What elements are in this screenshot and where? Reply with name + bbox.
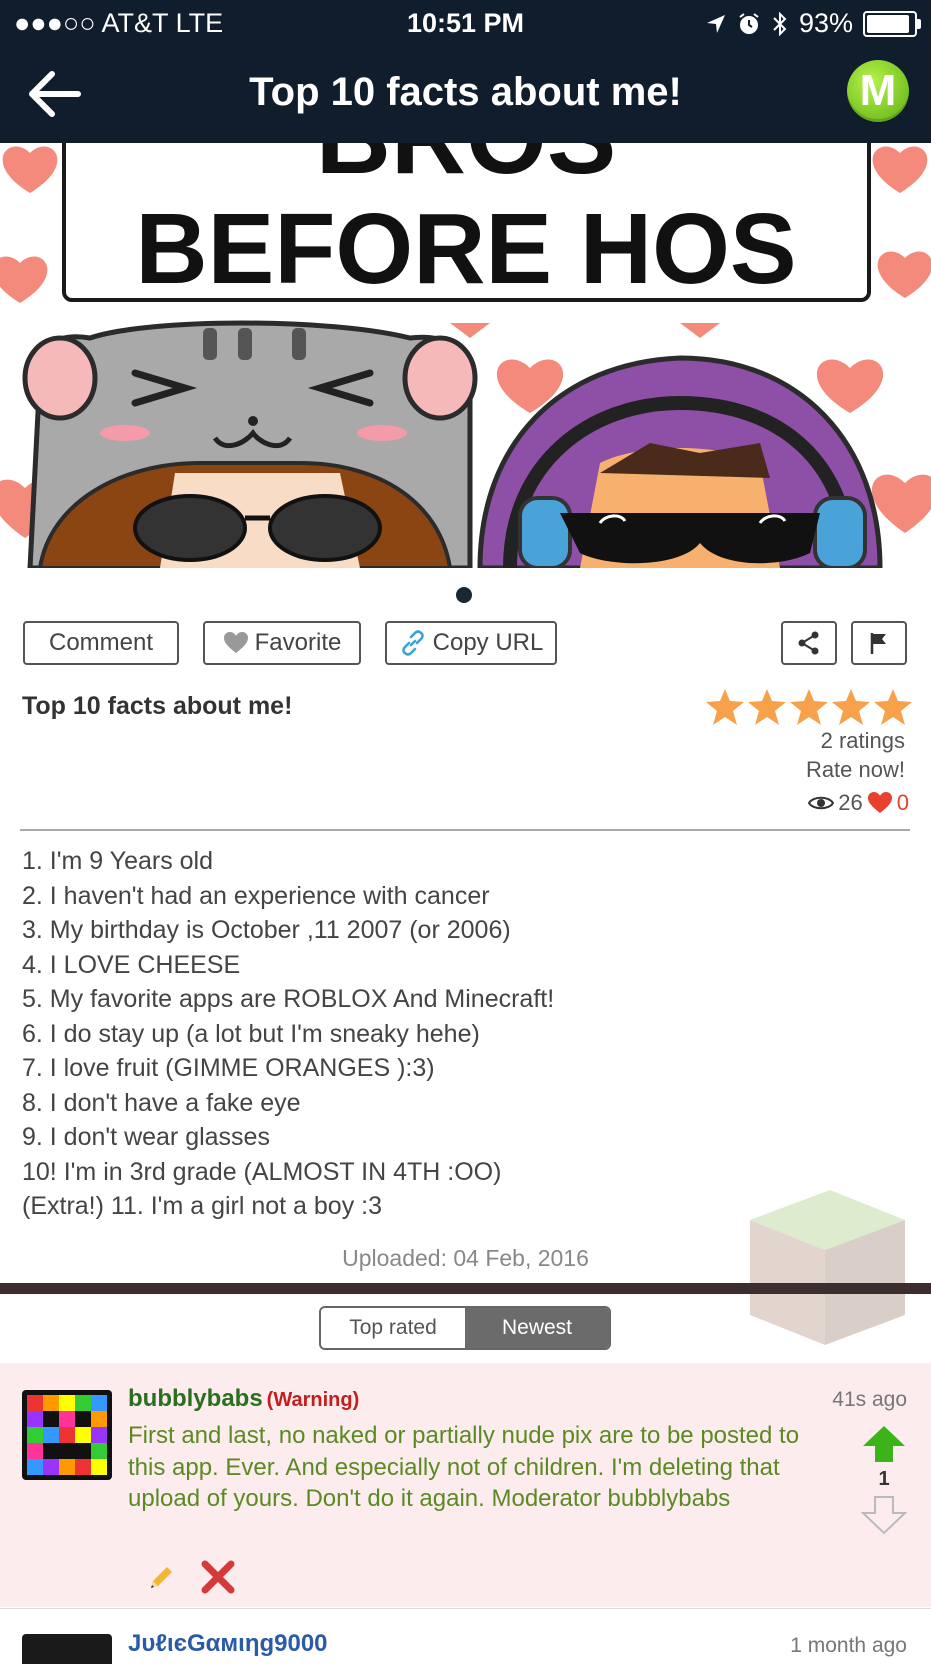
description-line: 2. I haven't had an experience with canc… xyxy=(22,881,490,910)
report-button[interactable] xyxy=(851,621,907,665)
upload-date: Uploaded: 04 Feb, 2016 xyxy=(342,1245,589,1271)
favorite-button-label: Favorite xyxy=(254,629,342,656)
banner-text-main: BEFORE HOS xyxy=(135,193,796,305)
description-line: (Extra!) 11. I'm a girl not a boy :3 xyxy=(22,1192,383,1220)
comment-timestamp: 41s ago xyxy=(832,1388,907,1411)
carousel-dot[interactable] xyxy=(456,587,472,603)
comment-divider xyxy=(0,1608,931,1609)
comment-username[interactable]: JυℓιєGαмιηg9000 xyxy=(128,1630,328,1658)
link-icon xyxy=(401,630,424,656)
favorite-button[interactable]: Favorite xyxy=(203,621,361,665)
page-title: Top 10 facts about me! xyxy=(249,70,682,114)
comment-username-text[interactable]: bubblybabs xyxy=(128,1385,263,1412)
bluetooth-icon xyxy=(773,11,787,36)
description-line: 7. I love fruit (GIMME ORANGES ):3) xyxy=(22,1054,435,1082)
star-icon[interactable] xyxy=(873,688,913,726)
warning-tag: (Warning) xyxy=(266,1389,360,1411)
like-heart-icon[interactable] xyxy=(867,791,893,815)
delete-x-icon[interactable] xyxy=(200,1559,236,1595)
description-line: 9. I don't wear glasses xyxy=(22,1123,270,1151)
description-line: 6. I do stay up (a lot but I'm sneaky he… xyxy=(22,1019,480,1048)
description-line: 10! I'm in 3rd grade (ALMOST IN 4TH :OO) xyxy=(22,1157,502,1186)
status-right: 93% xyxy=(705,8,921,39)
comment-sort-toggle: Top rated Newest xyxy=(319,1306,611,1350)
comment-button-label: Comment xyxy=(48,629,154,656)
share-icon xyxy=(798,631,819,655)
view-like-counts: 26 0 xyxy=(808,790,909,816)
alarm-icon xyxy=(739,12,759,34)
sort-newest-tab[interactable]: Newest xyxy=(465,1308,609,1348)
rating-stars[interactable] xyxy=(705,688,913,726)
star-icon[interactable] xyxy=(789,688,829,726)
description-line: 5. My favorite apps are ROBLOX And Minec… xyxy=(22,985,555,1013)
avatar[interactable] xyxy=(22,1634,112,1664)
pencil-edit-icon[interactable] xyxy=(145,1562,177,1594)
like-count: 0 xyxy=(896,790,909,815)
star-icon[interactable] xyxy=(831,688,871,726)
star-icon[interactable] xyxy=(747,688,787,726)
description-line: 3. My birthday is October ,11 2007 (or 2… xyxy=(22,916,511,944)
post-title: Top 10 facts about me! xyxy=(22,692,293,720)
comment-button[interactable]: Comment xyxy=(23,621,179,665)
ratings-count: 2 ratings xyxy=(820,728,905,753)
post-illustration: BROS BEFORE HOS xyxy=(0,143,931,568)
description-line: 1. I'm 9 Years old xyxy=(22,847,214,875)
description-line: 8. I don't have a fake eye xyxy=(22,1088,301,1117)
battery-percent: 93% xyxy=(798,8,853,38)
location-icon xyxy=(706,14,725,33)
divider xyxy=(20,829,910,831)
post-image[interactable]: BROS BEFORE HOS xyxy=(0,143,931,568)
comment-text: First and last, no naked or partially nu… xyxy=(128,1422,800,1512)
status-bar: ●●●○○ AT&T LTE 10:51 PM 93% xyxy=(0,0,931,46)
banner-text-top: BROS xyxy=(316,143,616,196)
vote-count: 1 xyxy=(878,1468,890,1490)
comment-username[interactable]: bubblybabs (Warning) xyxy=(128,1385,359,1413)
avatar[interactable] xyxy=(22,1390,112,1480)
eye-icon xyxy=(808,796,835,810)
copy-url-button-label: Copy URL xyxy=(432,629,544,656)
sort-top-rated-tab[interactable]: Top rated xyxy=(321,1308,465,1348)
post-description: 1. I'm 9 Years old 2. I haven't had an e… xyxy=(22,844,554,1224)
upvote-arrow-icon[interactable] xyxy=(861,1424,907,1464)
section-separator xyxy=(0,1283,931,1294)
share-button[interactable] xyxy=(781,621,837,665)
view-count: 26 xyxy=(838,790,863,815)
heart-icon xyxy=(223,632,248,653)
copy-url-button[interactable]: Copy URL xyxy=(385,621,557,665)
downvote-arrow-icon[interactable] xyxy=(861,1495,907,1535)
star-icon[interactable] xyxy=(705,688,745,726)
description-line: 4. I LOVE CHEESE xyxy=(22,950,241,979)
rate-now-link[interactable]: Rate now! xyxy=(806,757,905,783)
flag-icon xyxy=(870,633,886,654)
app-logo-icon[interactable]: M xyxy=(847,60,909,122)
battery-icon xyxy=(863,10,921,37)
nav-bar: Top 10 facts about me! M xyxy=(0,46,931,143)
comment-timestamp: 1 month ago xyxy=(790,1634,907,1657)
